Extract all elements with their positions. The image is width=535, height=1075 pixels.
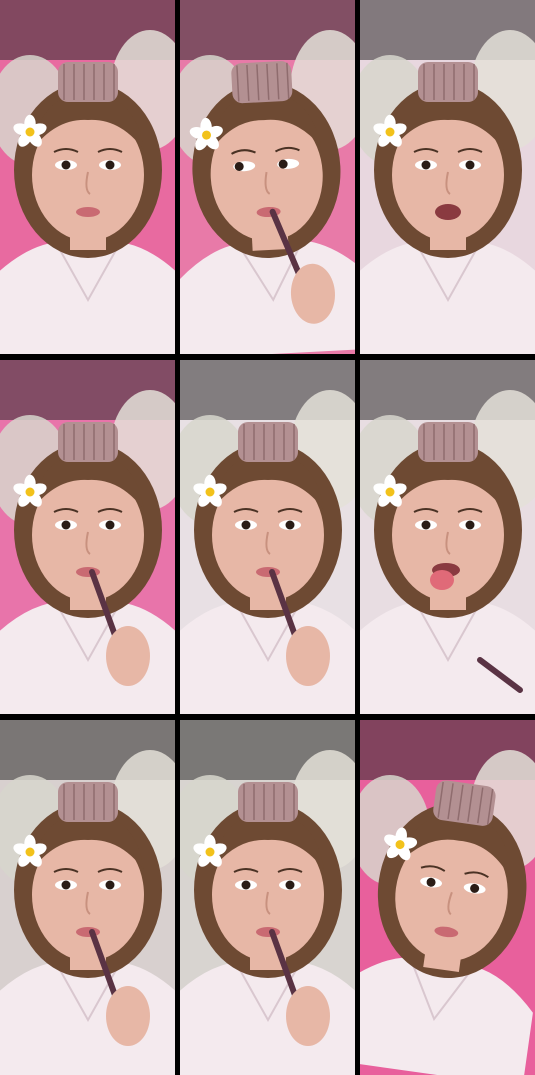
hair-curler: [418, 62, 478, 102]
photo-tile-9: [360, 720, 535, 1075]
left-pupil: [421, 520, 431, 530]
left-pupil: [241, 520, 251, 530]
photo-tile-4: [0, 360, 175, 714]
mouth: [435, 204, 461, 220]
hair-curler: [231, 61, 293, 104]
right-pupil: [105, 520, 115, 530]
mouth: [76, 207, 100, 217]
hair-curler: [238, 782, 298, 822]
right-pupil: [465, 520, 475, 530]
photo-tile-8: [180, 720, 355, 1075]
hair-curler: [433, 780, 496, 826]
tongue: [430, 570, 454, 590]
flower-center: [385, 487, 395, 497]
photo-tile-3: [360, 0, 535, 354]
flower-center: [25, 847, 35, 857]
right-pupil: [285, 520, 295, 530]
flower-center: [25, 487, 35, 497]
right-pupil: [285, 880, 295, 890]
hair-curler: [418, 422, 478, 462]
hair-curler: [238, 422, 298, 462]
hair-curler: [58, 782, 118, 822]
left-pupil: [61, 160, 71, 170]
hand: [286, 626, 330, 686]
hand: [286, 986, 330, 1046]
left-pupil: [421, 160, 431, 170]
photo-tile-6: [360, 360, 535, 714]
right-pupil: [465, 160, 475, 170]
hand: [106, 626, 150, 686]
flower-center: [385, 127, 395, 137]
right-pupil: [105, 880, 115, 890]
flower-center: [205, 487, 215, 497]
photo-tile-5: [180, 360, 355, 714]
left-pupil: [241, 880, 251, 890]
hand: [106, 986, 150, 1046]
right-pupil: [105, 160, 115, 170]
hair-curler: [58, 422, 118, 462]
flower-center: [205, 847, 215, 857]
left-pupil: [61, 520, 71, 530]
flower-center: [25, 127, 35, 137]
photo-tile-1: [0, 0, 175, 354]
photo-tile-2: [180, 0, 355, 354]
left-pupil: [61, 880, 71, 890]
photo-tile-7: [0, 720, 175, 1075]
hair-curler: [58, 62, 118, 102]
photo-collage-grid: [0, 0, 535, 1075]
